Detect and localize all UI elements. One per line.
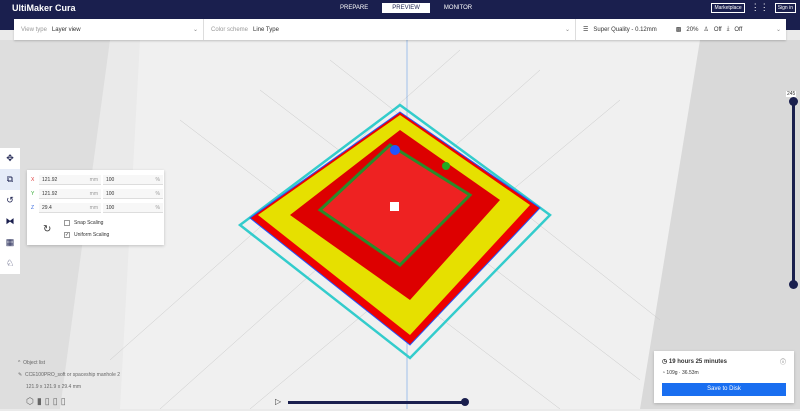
axis-label: Z <box>31 205 35 211</box>
print-settings-button[interactable]: ☰ Super Quality - 0.12mm ▩ 20% ♙ Off ⤓ Off ⌄ <box>576 19 786 40</box>
rotate-icon[interactable]: ↺ <box>0 190 20 211</box>
value: 100 <box>106 190 115 197</box>
simulation-handle[interactable] <box>461 398 469 406</box>
color-scheme-label: Color scheme <box>211 26 249 33</box>
view-type-label: View type <box>21 26 47 33</box>
infill-icon: ▩ <box>675 27 682 33</box>
z-pct-input[interactable]: 100% <box>103 203 163 213</box>
sliders-icon: ☰ <box>583 27 589 33</box>
value: 100 <box>106 204 115 211</box>
chevron-down-icon: ⌄ <box>564 27 570 33</box>
chevron-down-icon: ⌄ <box>192 27 198 33</box>
info-icon[interactable]: ⓘ <box>780 357 786 366</box>
print-time: 19 hours 25 minutes <box>668 359 727 365</box>
support-icon: ♙ <box>703 27 709 33</box>
adhesion-icon: ⤓ <box>726 26 730 32</box>
view-toolbar: View type Layer view ⌄ Color scheme Line Ty… <box>14 19 786 40</box>
adhesion-value: Off <box>734 26 743 33</box>
layer-slider[interactable]: 245 <box>786 91 798 289</box>
object-name: CCE100PRO_soft or spaceship manhole 2 <box>24 372 121 378</box>
per-model-settings-icon[interactable]: ▦ <box>0 232 20 253</box>
material-icon: ◔ <box>662 370 666 376</box>
object-list: ^ Object list ✎ CCE100PRO_soft or spaces… <box>18 360 120 407</box>
tool-sidebar: ✥ ⧉ ↺ ⧓ ▦ ♘ <box>0 148 20 274</box>
axis-label: X <box>31 177 35 183</box>
unit: % <box>155 176 160 183</box>
y-pct-input[interactable]: 100% <box>103 189 163 199</box>
material-usage: 109g · 36.53m <box>666 370 699 376</box>
save-to-disk-button[interactable]: Save to Disk <box>662 383 786 396</box>
chevron-down-icon: ⌄ <box>775 27 781 33</box>
y-mm-input[interactable]: 121.92 mm <box>39 189 101 199</box>
unit: mm <box>89 190 98 197</box>
tab-prepare[interactable]: PREPARE <box>330 3 378 13</box>
reset-scale-icon[interactable]: ↻ <box>43 224 51 235</box>
layer-handle-top[interactable] <box>789 97 798 106</box>
unit: % <box>155 204 160 211</box>
infill-value: 20% <box>686 26 699 33</box>
object-list-header: Object list <box>23 360 46 366</box>
mirror-icon[interactable]: ⧓ <box>0 211 20 232</box>
snap-label: Snap Scaling <box>74 220 104 226</box>
profile-value: Super Quality - 0.12mm <box>593 26 657 33</box>
support-value: Off <box>713 26 722 33</box>
simulation-track[interactable] <box>288 401 465 404</box>
object-list-toggle[interactable]: ^ Object list <box>18 360 120 366</box>
uniform-scaling-checkbox[interactable]: ✓ Uniform Scaling <box>64 232 109 238</box>
layer-number: 245 <box>786 91 797 97</box>
scale-panel: X 121.92 mm 100% Y 121.92 mm 100% Z 29.4 mm 100% … <box>27 170 164 245</box>
uniform-label: Uniform Scaling <box>74 232 110 238</box>
object-item[interactable]: ✎ CCE100PRO_soft or spaceship manhole 2 <box>18 372 120 378</box>
simulation-bar: ▷ <box>275 397 475 407</box>
object-dims: 121.9 x 121.9 x 29.4 mm <box>26 384 82 390</box>
color-scheme-select[interactable]: Color scheme Line Type ⌄ <box>204 19 576 40</box>
value: 121.92 <box>42 190 58 197</box>
app-logo: UltiMaker Cura <box>12 3 76 13</box>
support-blocker-icon[interactable]: ♘ <box>0 253 20 274</box>
view-type-select[interactable]: View type Layer view ⌄ <box>14 19 204 40</box>
value: 121.92 <box>42 176 58 183</box>
marketplace-button[interactable]: Marketplace <box>711 2 745 13</box>
layer-handle-bottom[interactable] <box>789 280 798 289</box>
x-mm-input[interactable]: 121.92 mm <box>39 175 101 185</box>
unit: mm <box>89 204 98 211</box>
scale-icon[interactable]: ⧉ <box>0 169 20 190</box>
print-estimate-panel: ◷ 19 hours 25 minutes ⓘ ◔ 109g · 36.53m … <box>654 351 794 403</box>
color-scheme-value: Line Type <box>253 26 279 33</box>
play-icon[interactable]: ▷ <box>275 397 281 406</box>
tab-preview[interactable]: PREVIEW <box>382 3 430 13</box>
clock-icon: ◷ <box>662 359 668 365</box>
axis-label: Y <box>31 191 35 197</box>
value: 100 <box>106 176 115 183</box>
apps-grid-icon[interactable]: ⋮⋮ <box>751 2 769 13</box>
unit: % <box>155 190 160 197</box>
sign-in-button[interactable]: Sign in <box>774 2 796 13</box>
snap-scaling-checkbox[interactable]: Snap Scaling <box>64 220 103 226</box>
camera-view-icons[interactable]: ⬡▮▯▯▯ <box>26 396 120 407</box>
tab-monitor[interactable]: MONITOR <box>434 3 482 13</box>
x-pct-input[interactable]: 100% <box>103 175 163 185</box>
checkmark-icon: ✓ <box>64 232 70 238</box>
unit: mm <box>89 176 98 183</box>
z-mm-input[interactable]: 29.4 mm <box>39 203 101 213</box>
view-type-value: Layer view <box>51 26 81 33</box>
checkbox <box>64 220 70 226</box>
value: 29.4 <box>42 204 52 211</box>
move-icon[interactable]: ✥ <box>0 148 20 169</box>
